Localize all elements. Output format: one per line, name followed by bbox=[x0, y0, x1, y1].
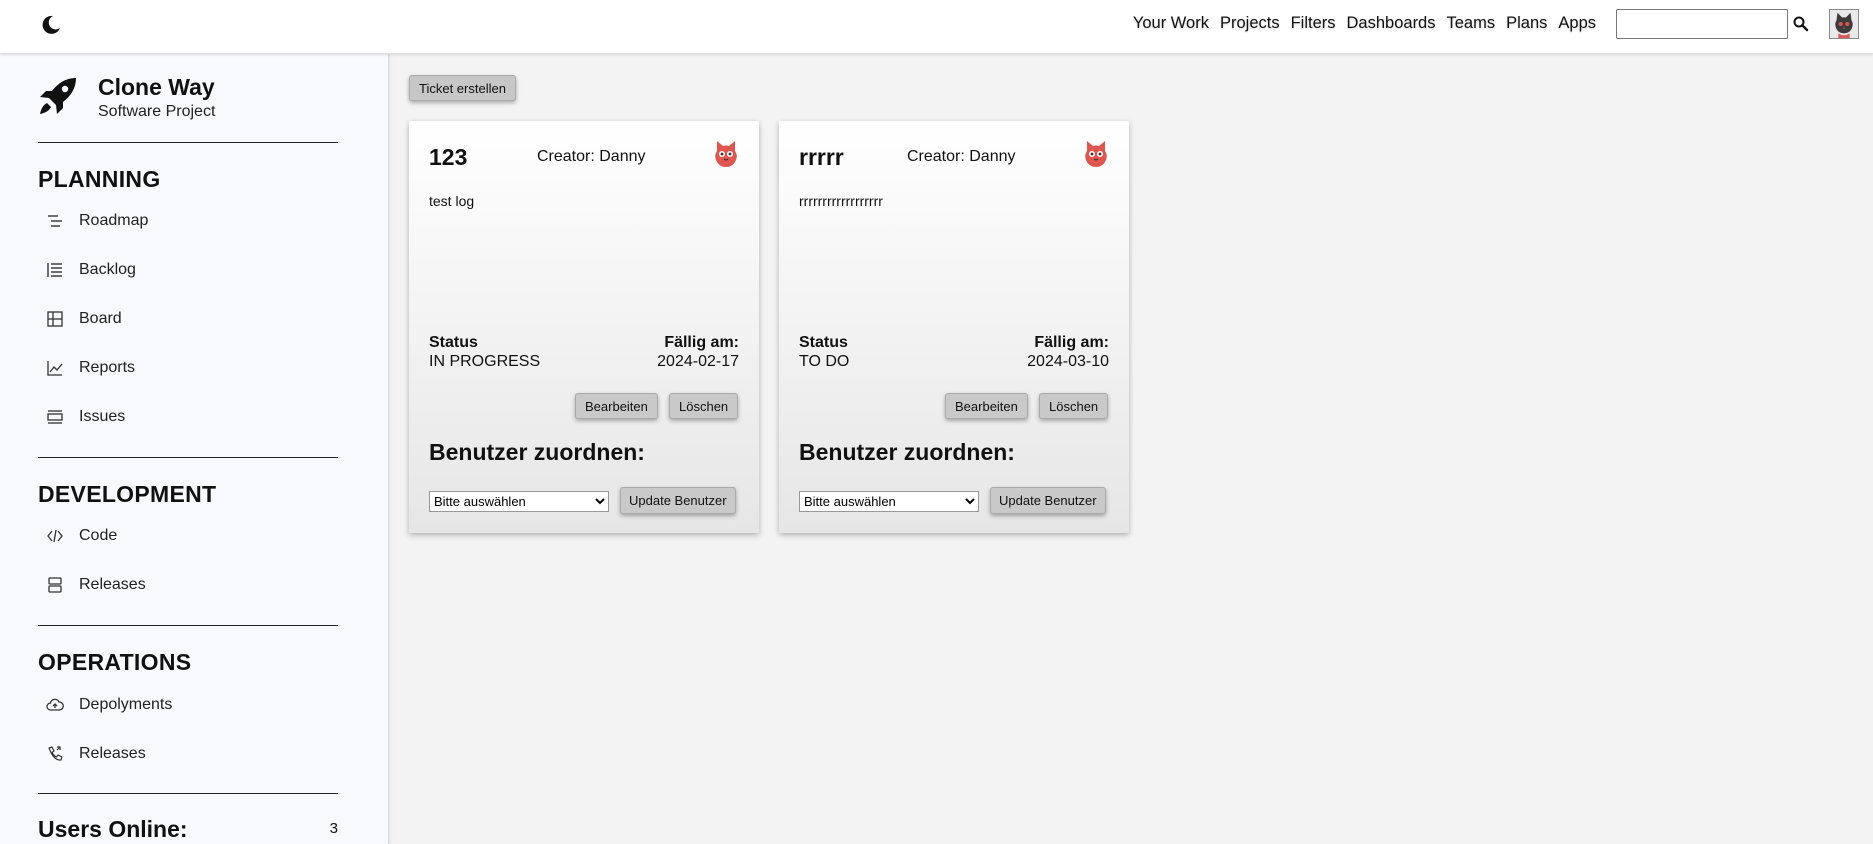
moon-icon[interactable] bbox=[39, 13, 63, 37]
nav-apps[interactable]: Apps bbox=[1558, 14, 1596, 33]
cat-avatar-icon bbox=[1835, 12, 1853, 38]
ticket-card: rrrrr Creator: Danny rrrrrrrrrrrrrrrrrr … bbox=[779, 121, 1129, 533]
user-avatar[interactable] bbox=[1829, 9, 1859, 39]
due-date-value: 2024-02-17 bbox=[657, 353, 739, 370]
sidebar-item-deployments[interactable]: Depolyments bbox=[38, 688, 338, 722]
delete-button[interactable]: Löschen bbox=[669, 393, 739, 419]
nav-teams[interactable]: Teams bbox=[1447, 14, 1496, 33]
sidebar-item-label: Backlog bbox=[79, 261, 136, 278]
ticket-description: test log bbox=[429, 193, 475, 209]
phone-icon bbox=[48, 746, 63, 761]
section-title-planning: PLANNING bbox=[38, 166, 161, 192]
sidebar-item-label: Issues bbox=[79, 408, 126, 425]
search-input[interactable] bbox=[1616, 9, 1788, 39]
chart-icon bbox=[47, 361, 63, 376]
backlog-icon bbox=[47, 263, 62, 277]
sidebar-item-label: Code bbox=[79, 527, 118, 544]
update-user-button[interactable]: Update Benutzer bbox=[620, 487, 736, 514]
status-label: Status bbox=[429, 334, 478, 351]
sidebar-item-label: Board bbox=[79, 310, 122, 327]
cat-avatar-icon bbox=[715, 141, 737, 167]
delete-button[interactable]: Löschen bbox=[1039, 393, 1109, 419]
board-icon bbox=[47, 311, 63, 327]
sidebar-item-code[interactable]: Code bbox=[38, 519, 338, 553]
edit-button[interactable]: Bearbeiten bbox=[945, 393, 1028, 419]
user-select[interactable]: Bitte auswählen bbox=[429, 491, 609, 512]
status-value: IN PROGRESS bbox=[429, 353, 541, 370]
update-user-button[interactable]: Update Benutzer bbox=[990, 487, 1106, 514]
rocket-icon bbox=[40, 78, 76, 114]
cat-avatar-icon bbox=[1085, 141, 1107, 167]
ticket-creator: Creator: Danny bbox=[907, 148, 1016, 165]
search-icon[interactable] bbox=[1792, 15, 1810, 33]
users-online-label: Users Online: bbox=[38, 816, 188, 842]
sidebar-item-label: Releases bbox=[79, 745, 146, 762]
due-date-value: 2024-03-10 bbox=[1027, 353, 1109, 370]
sidebar-item-label: Roadmap bbox=[79, 212, 149, 229]
sidebar-item-board[interactable]: Board bbox=[38, 302, 338, 336]
project-name: Clone Way bbox=[98, 74, 215, 100]
users-online-count: 3 bbox=[329, 820, 338, 837]
user-select[interactable]: Bitte auswählen bbox=[799, 491, 979, 512]
server-icon bbox=[48, 577, 62, 593]
section-title-operations: OPERATIONS bbox=[38, 649, 192, 675]
sidebar-item-roadmap[interactable]: Roadmap bbox=[38, 204, 338, 238]
sidebar-divider bbox=[38, 457, 338, 458]
nav-filters[interactable]: Filters bbox=[1291, 14, 1336, 33]
sidebar-divider bbox=[38, 793, 338, 794]
project-type: Software Project bbox=[98, 103, 216, 120]
sidebar-item-backlog[interactable]: Backlog bbox=[38, 253, 338, 287]
sidebar-item-label: Releases bbox=[79, 576, 146, 593]
ticket-title: 123 bbox=[429, 144, 468, 170]
edit-button[interactable]: Bearbeiten bbox=[575, 393, 658, 419]
sidebar-divider bbox=[38, 142, 338, 143]
top-nav: Your Work Projects Filters Dashboards Te… bbox=[1133, 14, 1596, 33]
nav-your-work[interactable]: Your Work bbox=[1133, 14, 1209, 33]
top-bar: Your Work Projects Filters Dashboards Te… bbox=[0, 0, 1873, 54]
status-label: Status bbox=[799, 334, 848, 351]
nav-plans[interactable]: Plans bbox=[1506, 14, 1547, 33]
section-title-development: DEVELOPMENT bbox=[38, 481, 217, 507]
roadmap-icon bbox=[48, 215, 62, 227]
sidebar-divider bbox=[38, 625, 338, 626]
code-icon bbox=[47, 529, 63, 543]
sidebar-item-label: Depolyments bbox=[79, 696, 173, 713]
sidebar: Clone Way Software Project PLANNING Road… bbox=[0, 54, 389, 844]
ticket-description: rrrrrrrrrrrrrrrrrr bbox=[799, 193, 883, 209]
assign-user-title: Benutzer zuordnen: bbox=[799, 439, 1015, 465]
status-value: TO DO bbox=[799, 353, 850, 370]
nav-projects[interactable]: Projects bbox=[1220, 14, 1280, 33]
ticket-card: 123 Creator: Danny test log Status IN PR… bbox=[409, 121, 759, 533]
sidebar-item-releases-dev[interactable]: Releases bbox=[38, 568, 338, 602]
nav-dashboards[interactable]: Dashboards bbox=[1347, 14, 1436, 33]
sidebar-item-reports[interactable]: Reports bbox=[38, 351, 338, 385]
ticket-title: rrrrr bbox=[799, 144, 844, 170]
cloud-upload-icon bbox=[46, 698, 64, 711]
sidebar-item-issues[interactable]: Issues bbox=[38, 400, 338, 434]
sidebar-item-releases-ops[interactable]: Releases bbox=[38, 737, 338, 771]
sidebar-item-label: Reports bbox=[79, 359, 136, 376]
due-date-label: Fällig am: bbox=[664, 334, 739, 351]
ticket-creator: Creator: Danny bbox=[537, 148, 646, 165]
create-ticket-button[interactable]: Ticket erstellen bbox=[409, 75, 516, 101]
assign-user-title: Benutzer zuordnen: bbox=[429, 439, 645, 465]
issues-icon bbox=[47, 410, 63, 424]
due-date-label: Fällig am: bbox=[1034, 334, 1109, 351]
